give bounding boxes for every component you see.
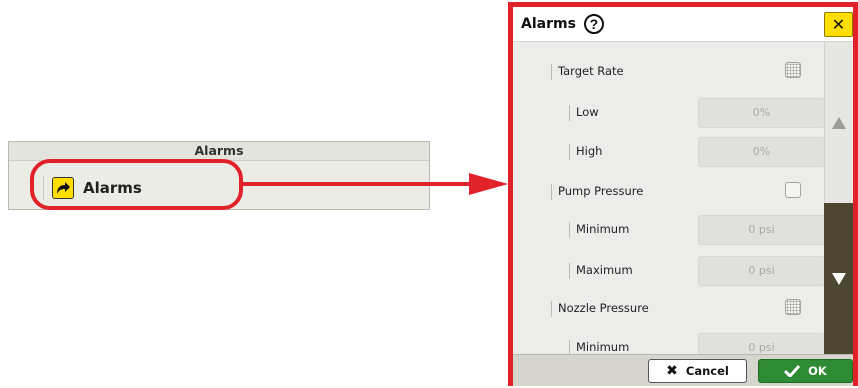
indent-marker — [569, 222, 570, 238]
dialog-header: Alarms ? ✕ — [513, 7, 853, 42]
ok-button[interactable]: OK — [758, 359, 853, 383]
pump-maximum-input[interactable]: 0 psi — [698, 256, 824, 286]
field-label: Low — [576, 105, 599, 119]
alarms-list[interactable]: Target Rate Low 0% High 0% Pump Pressure… — [513, 42, 824, 354]
group-label: Pump Pressure — [558, 184, 644, 198]
dialog-title: Alarms — [521, 16, 576, 32]
field-label: Minimum — [576, 222, 630, 236]
low-value-input[interactable]: 0% — [698, 98, 824, 128]
indent-marker — [551, 64, 552, 80]
field-row-nozzle-minimum: Minimum 0 psi — [513, 328, 824, 354]
field-label: Maximum — [576, 263, 633, 277]
close-icon: ✕ — [831, 16, 846, 34]
field-label: Minimum — [576, 340, 630, 354]
group-row-target-rate: Target Rate — [513, 52, 824, 92]
checkmark-icon — [784, 365, 801, 377]
x-icon: ✖ — [666, 363, 678, 379]
callout-arrow — [243, 173, 508, 195]
pump-pressure-checkbox[interactable] — [785, 182, 801, 198]
indent-marker — [569, 340, 570, 354]
field-row-low: Low 0% — [513, 93, 824, 133]
pump-minimum-input[interactable]: 0 psi — [698, 215, 824, 245]
alarms-dialog: Alarms ? ✕ Target Rate Low 0% High 0% Pu… — [508, 2, 858, 386]
field-row-high: High 0% — [513, 132, 824, 172]
ok-label: OK — [808, 364, 827, 378]
nozzle-minimum-input[interactable]: 0 psi — [698, 333, 824, 354]
target-rate-checkbox[interactable] — [785, 62, 801, 78]
indent-marker — [551, 184, 552, 200]
group-row-nozzle-pressure: Nozzle Pressure — [513, 289, 824, 329]
field-row-maximum: Maximum 0 psi — [513, 251, 824, 291]
triangle-up-icon — [832, 116, 846, 129]
scroll-up-button[interactable] — [824, 42, 853, 203]
high-value-input[interactable]: 0% — [698, 137, 824, 167]
indent-marker — [551, 301, 552, 317]
indent-marker — [569, 144, 570, 160]
scroll-down-button[interactable] — [824, 203, 853, 354]
field-label: High — [576, 144, 603, 158]
indent-marker — [569, 105, 570, 121]
group-row-pump-pressure: Pump Pressure — [513, 172, 824, 212]
help-icon[interactable]: ? — [583, 14, 604, 34]
triangle-down-icon — [831, 272, 846, 285]
field-row-minimum: Minimum 0 psi — [513, 210, 824, 250]
cancel-label: Cancel — [685, 364, 729, 378]
group-label: Nozzle Pressure — [558, 301, 649, 315]
close-button[interactable]: ✕ — [824, 12, 853, 37]
indent-marker — [569, 263, 570, 279]
dialog-footer: ✖ Cancel OK — [513, 354, 853, 386]
highlight-oval — [30, 159, 243, 210]
scrollbar[interactable] — [824, 42, 853, 354]
cancel-button[interactable]: ✖ Cancel — [648, 359, 747, 383]
group-label: Target Rate — [558, 64, 624, 78]
nozzle-pressure-checkbox[interactable] — [785, 299, 801, 315]
